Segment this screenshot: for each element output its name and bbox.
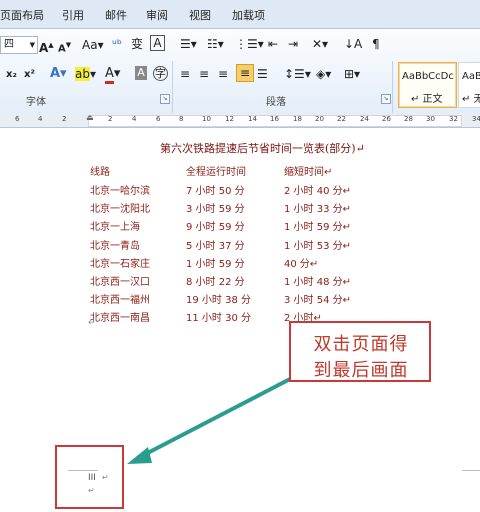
instruction-callout: 双击页面得 到最后画面 [289, 321, 431, 382]
arrow-head [127, 447, 152, 464]
callout-line-2: 到最后画面 [313, 360, 409, 381]
annotation-arrow [127, 376, 294, 464]
callout-line-1: 双击页面得 [313, 334, 409, 355]
arrow-shaft [136, 376, 294, 460]
